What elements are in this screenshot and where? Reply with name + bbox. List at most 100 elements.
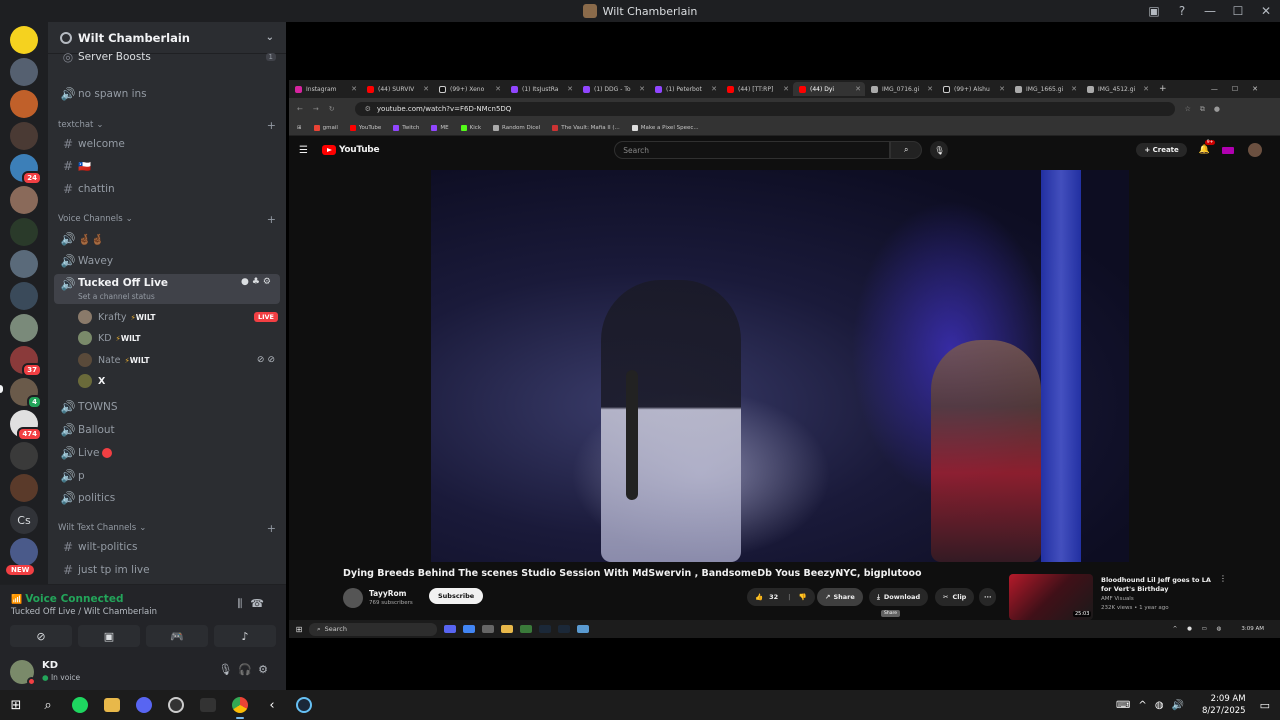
- category-voice-channels[interactable]: Voice Channels ⌄ +: [58, 212, 280, 226]
- channel-p[interactable]: 🔊 p: [54, 465, 280, 487]
- browser-tab[interactable]: (1) ItsJustRa ✕: [505, 82, 577, 96]
- server-icon[interactable]: [10, 90, 38, 118]
- clip-button[interactable]: ✂ Clip: [935, 588, 975, 606]
- url-field[interactable]: ⚙ youtube.com/watch?v=F6D-NMcn5DQ: [354, 102, 1175, 116]
- more-vertical-icon[interactable]: ⋮: [1219, 574, 1227, 583]
- headphones-icon[interactable]: 🎧: [238, 663, 258, 676]
- apps-icon[interactable]: ⊞: [297, 125, 302, 131]
- bookmark-kick[interactable]: Kick: [460, 124, 481, 131]
- close-icon[interactable]: ✕: [927, 85, 933, 93]
- reload-icon[interactable]: ↻: [329, 105, 345, 113]
- browser-tab[interactable]: (99+) Alshu ✕: [937, 82, 1009, 96]
- channel-welcome[interactable]: # welcome: [54, 133, 280, 155]
- add-channel-icon[interactable]: +: [267, 213, 276, 226]
- channel-live[interactable]: 🔊 Live: [54, 442, 280, 464]
- help-icon[interactable]: ?: [1168, 4, 1196, 18]
- close-icon[interactable]: ✕: [711, 85, 717, 93]
- search-button[interactable]: ⌕: [890, 141, 923, 159]
- browser-tab[interactable]: IMG_0716.gi ✕: [865, 82, 937, 96]
- download-button[interactable]: ⤓ Download: [869, 588, 929, 606]
- steam-button[interactable]: [288, 690, 320, 720]
- bookmark-twitch[interactable]: Twitch: [393, 124, 419, 131]
- app-button[interactable]: ‹: [256, 690, 288, 720]
- server-emote-shop-icon[interactable]: [10, 58, 38, 86]
- server-icon[interactable]: [10, 218, 38, 246]
- channel-fingers[interactable]: 🔊 🤞🏾🤞🏾: [54, 228, 280, 250]
- voice-user-nate[interactable]: Nate ⚡WILT ⊘⊘: [78, 350, 278, 370]
- browser-tab[interactable]: Instagram ✕: [289, 82, 361, 96]
- hamburger-menu-icon[interactable]: ☰: [299, 145, 308, 156]
- voice-user-krafty[interactable]: Krafty ⚡WILT LIVE: [78, 307, 278, 327]
- start-button[interactable]: ⊞: [0, 690, 32, 720]
- invite-icon[interactable]: ♣: [252, 277, 263, 287]
- channel-wilt-politics[interactable]: # wilt-politics: [54, 536, 280, 558]
- avatar[interactable]: [10, 660, 36, 686]
- notifications-icon[interactable]: ▭: [1260, 699, 1270, 712]
- recommended-video[interactable]: 25:03 Bloodhound Lil Jeff goes to LA for…: [1009, 574, 1269, 620]
- server-boosts-item[interactable]: ◎ Server Boosts 1: [54, 46, 280, 68]
- server-icon[interactable]: [10, 186, 38, 214]
- gear-icon[interactable]: ⚙: [258, 663, 274, 676]
- app-button[interactable]: [160, 690, 192, 720]
- minimize-button[interactable]: —: [1211, 85, 1232, 93]
- server-wilt-icon[interactable]: 4: [10, 378, 42, 409]
- channel-no-spawn-ins[interactable]: 🔊 no spawn ins: [54, 83, 280, 105]
- youtube-logo[interactable]: YouTube: [321, 145, 380, 155]
- browser-tab[interactable]: IMG_1665.gi ✕: [1009, 82, 1081, 96]
- channel-wavey[interactable]: 🔊 Wavey: [54, 250, 280, 272]
- server-icon[interactable]: [10, 250, 38, 278]
- mic-icon[interactable]: 🎙: [218, 663, 238, 676]
- channel-flag[interactable]: # 🇨🇱: [54, 155, 280, 177]
- channel-name[interactable]: TayyRom: [369, 589, 407, 598]
- channel-just-tp-im-live[interactable]: # just tp im live: [54, 559, 280, 581]
- server-icon[interactable]: [10, 538, 38, 566]
- channel-tucked-off-live[interactable]: 🔊 Tucked Off Live Set a channel status ●…: [54, 274, 280, 304]
- recommended-title[interactable]: Bloodhound Lil Jeff goes to LA for Vert'…: [1101, 576, 1211, 594]
- server-cs-icon[interactable]: Cs: [10, 506, 38, 534]
- chat-icon[interactable]: ●: [241, 277, 252, 287]
- server-icon[interactable]: [10, 314, 38, 342]
- browser-tab[interactable]: (99+) Xeno ✕: [433, 82, 505, 96]
- maximize-button[interactable]: ☐: [1224, 4, 1252, 18]
- create-button[interactable]: + Create: [1136, 143, 1187, 157]
- browser-tab[interactable]: IMG_4512.gi ✕: [1081, 82, 1153, 96]
- file-explorer-button[interactable]: [96, 690, 128, 720]
- profile-icon[interactable]: ●: [1214, 105, 1229, 113]
- subscribe-button[interactable]: Subscribe: [429, 588, 484, 604]
- thumbs-down-icon[interactable]: 👎: [799, 593, 807, 601]
- account-avatar[interactable]: [1248, 143, 1262, 157]
- channel-status-prompt[interactable]: Set a channel status: [78, 292, 155, 301]
- channel-towns[interactable]: 🔊 TOWNS: [54, 396, 280, 418]
- notifications-button[interactable]: 🔔 9+: [1199, 140, 1216, 155]
- wifi-icon[interactable]: ◍: [1155, 700, 1172, 711]
- disconnect-icon[interactable]: ☎: [250, 597, 272, 610]
- close-icon[interactable]: ✕: [351, 85, 357, 93]
- maximize-button[interactable]: ☐: [1232, 85, 1252, 93]
- input-indicator-icon[interactable]: ⌨: [1116, 700, 1138, 711]
- back-icon[interactable]: ←: [297, 105, 313, 113]
- channel-avatar[interactable]: [343, 588, 363, 608]
- server-icon[interactable]: 24: [10, 154, 42, 185]
- system-clock[interactable]: 2:09 AM 8/27/2025: [1202, 693, 1246, 717]
- server-attic-icon[interactable]: [10, 26, 38, 54]
- chrome-button[interactable]: [224, 690, 256, 720]
- close-button[interactable]: ✕: [1252, 4, 1280, 18]
- close-icon[interactable]: ✕: [783, 85, 789, 93]
- channel-politics[interactable]: 🔊 politics: [54, 487, 280, 509]
- screen-share-button[interactable]: ▣: [78, 625, 140, 647]
- streamed-browser-window[interactable]: Instagram ✕ (44) SURVIV ✕ (99+) Xeno ✕ (1) …: [289, 80, 1280, 638]
- more-actions-button[interactable]: ···: [979, 588, 997, 606]
- add-channel-icon[interactable]: +: [267, 119, 276, 132]
- volume-icon[interactable]: 🔊: [1172, 700, 1192, 711]
- close-icon[interactable]: ✕: [423, 85, 429, 93]
- bookmark-vault[interactable]: The Vault: Mafia II (...: [552, 124, 620, 131]
- spotify-button[interactable]: [64, 690, 96, 720]
- recommended-channel[interactable]: AMF Visuals: [1101, 596, 1134, 602]
- extensions-icon[interactable]: ⧉: [1200, 105, 1214, 113]
- server-icon[interactable]: [10, 442, 38, 470]
- minimize-button[interactable]: —: [1196, 4, 1224, 18]
- category-textchat[interactable]: textchat ⌄ +: [58, 118, 280, 132]
- gear-icon[interactable]: ⚙: [263, 277, 274, 287]
- close-icon[interactable]: ✕: [1143, 85, 1149, 93]
- video-player[interactable]: [431, 170, 1129, 562]
